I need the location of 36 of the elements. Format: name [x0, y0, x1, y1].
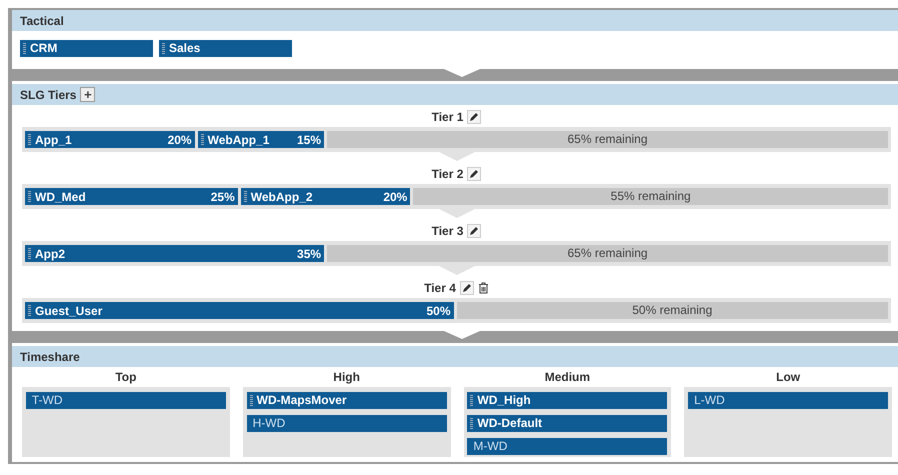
tier-item[interactable]: WebApp_1 15%: [198, 131, 328, 148]
edit-icon[interactable]: [467, 224, 482, 238]
section-title: SLG Tiers: [20, 88, 76, 102]
remaining-label: 50% remaining: [631, 302, 714, 319]
timeshare-item[interactable]: M-WD: [467, 438, 668, 455]
column-heading: Medium: [544, 370, 592, 386]
tier-label: Tier 3: [432, 224, 464, 238]
edit-icon[interactable]: [467, 167, 482, 181]
column-heading: High: [332, 370, 361, 386]
edit-icon[interactable]: [467, 110, 482, 124]
remaining-label: 65% remaining: [566, 131, 649, 148]
timeshare-item[interactable]: L-WD: [688, 392, 888, 409]
section-title: Tactical: [20, 14, 64, 28]
timeshare-item[interactable]: WD_High: [467, 392, 668, 409]
tier-item[interactable]: Guest_User 50%: [25, 302, 456, 319]
tier-label: Tier 4: [424, 281, 456, 295]
column-heading: Top: [114, 370, 138, 386]
tier-label: Tier 2: [432, 167, 464, 181]
trash-icon[interactable]: [478, 282, 489, 294]
tier-item[interactable]: App2 35%: [25, 245, 328, 262]
timeshare-item[interactable]: T-WD: [26, 392, 226, 409]
tier-item[interactable]: WebApp_2 20%: [240, 188, 414, 205]
tactical-item[interactable]: Sales: [159, 40, 292, 57]
tier-item[interactable]: WD_Med 25%: [25, 188, 241, 205]
tier-item[interactable]: App_1 20%: [25, 131, 198, 148]
timeshare-item[interactable]: WD-Default: [467, 415, 668, 432]
column-heading: Low: [775, 370, 802, 386]
section-title: Timeshare: [20, 350, 80, 364]
timeshare-item[interactable]: WD-MapsMover: [246, 392, 447, 409]
timeshare-item[interactable]: H-WD: [246, 415, 447, 432]
tactical-item[interactable]: CRM: [20, 40, 153, 57]
edit-icon[interactable]: [460, 281, 474, 295]
add-button[interactable]: +: [80, 87, 96, 102]
remaining-label: 55% remaining: [610, 188, 692, 205]
tier-label: Tier 1: [432, 110, 464, 124]
remaining-label: 65% remaining: [566, 245, 649, 262]
